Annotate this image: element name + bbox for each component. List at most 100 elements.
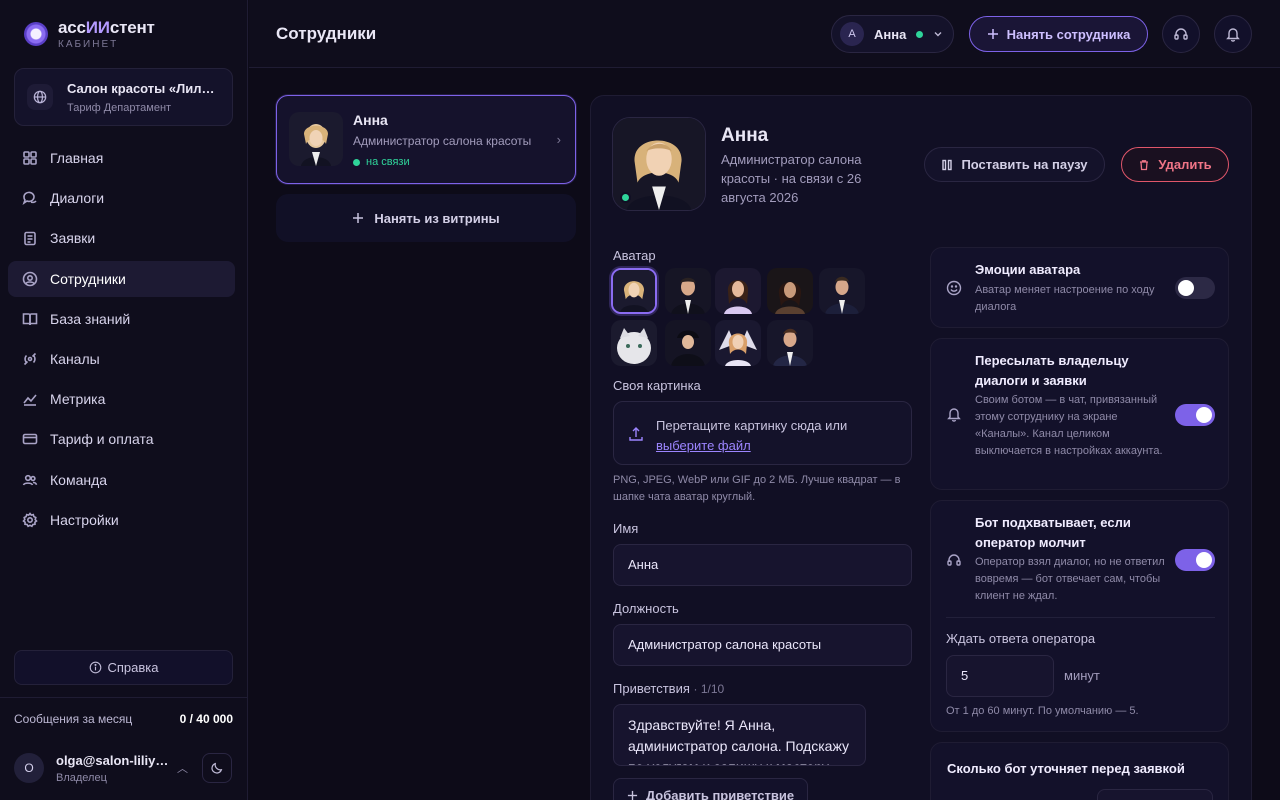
position-label: Должность (613, 601, 679, 616)
help-button[interactable]: Справка (14, 650, 233, 685)
nav-item-billing[interactable]: Тариф и оплата (8, 421, 235, 457)
book-icon (22, 312, 38, 325)
custom-image-label: Своя картинка (613, 378, 701, 393)
emotions-card: Эмоции аватара Аватар меняет настроение … (930, 247, 1229, 328)
online-indicator (353, 158, 360, 166)
takeover-card: Бот подхватывает, если оператор молчит О… (930, 500, 1229, 732)
headset-icon (947, 554, 961, 566)
nav-item-knowledge[interactable]: База знаний (8, 301, 235, 337)
hire-employee-label: Нанять сотрудника (1006, 26, 1131, 42)
avatar-option[interactable] (767, 268, 813, 314)
position-field[interactable]: Администратор салона красоты (613, 624, 912, 666)
emotions-desc: Аватар меняет настроение по ходу диалога (975, 284, 1155, 313)
user-email: olga@salon-liliya.ru (56, 752, 171, 768)
nav-item-employees[interactable]: Сотрудники (8, 260, 235, 297)
profile-name: Анна (721, 125, 769, 146)
sidebar-divider (0, 697, 248, 698)
team-icon (22, 474, 38, 485)
page-title: Сотрудники (276, 24, 377, 43)
delete-button[interactable]: Удалить (1121, 147, 1229, 182)
nav-label: База знаний (50, 310, 131, 327)
avatar-label: Аватар (613, 248, 656, 263)
hire-from-store-label: Нанять из витрины (374, 210, 500, 226)
brand-logo[interactable]: ассИИстент КАБИНЕТ (24, 18, 155, 50)
nav-label: Заявки (50, 230, 96, 247)
user-circle-icon (22, 271, 38, 286)
name-label: Имя (613, 521, 639, 536)
hire-employee-button[interactable]: Нанять сотрудника (969, 16, 1148, 52)
hire-from-store-button[interactable]: Нанять из витрины (276, 194, 576, 242)
employee-role: Администратор салона красоты (353, 134, 532, 148)
user-menu[interactable]: O olga@salon-liliya.ru Владелец ︿ (14, 750, 233, 786)
online-indicator (620, 192, 631, 203)
avatar-option[interactable] (715, 268, 761, 314)
notifications-button[interactable] (1214, 15, 1252, 53)
online-indicator (916, 30, 924, 38)
name-field[interactable]: Анна (613, 544, 912, 586)
avatar-option[interactable] (611, 320, 657, 366)
forward-desc: Своим ботом — в чат, привязанный этому с… (975, 394, 1163, 457)
nav-item-channels[interactable]: Каналы (8, 341, 235, 377)
org-plan: Тариф Департамент (67, 101, 172, 114)
nav-item-settings[interactable]: Настройки (8, 502, 235, 538)
greeting-textarea[interactable]: Здравствуйте! Я Анна, администратор сало… (613, 704, 866, 766)
nav-item-requests[interactable]: Заявки (8, 220, 235, 256)
add-greeting-button[interactable]: Добавить приветствие (613, 778, 808, 800)
avatar-option[interactable] (665, 268, 711, 314)
takeover-toggle[interactable] (1175, 549, 1215, 571)
forward-card: Пересылать владельцу диалоги и заявки Св… (930, 338, 1229, 490)
choose-file-link[interactable]: выберите файл (656, 438, 751, 453)
main-nav: Главная Диалоги Заявки Сотрудники База з… (8, 140, 235, 542)
nav-item-home[interactable]: Главная (8, 140, 235, 176)
pause-label: Поставить на паузу (961, 157, 1088, 172)
headset-icon (1174, 28, 1188, 40)
nav-label: Каналы (50, 350, 100, 367)
bell-icon (947, 408, 961, 422)
moon-icon (211, 762, 223, 774)
gear-icon (22, 511, 38, 528)
clarify-title: Сколько бот уточняет перед заявкой (947, 761, 1185, 776)
support-button[interactable] (1162, 15, 1200, 53)
avatar: А (840, 22, 864, 46)
org-title: Салон красоты «Лилия» (67, 80, 222, 96)
chart-icon (23, 394, 37, 406)
avatar-option[interactable] (611, 268, 657, 314)
messages-counter: Сообщения за месяц 0 / 40 000 (14, 712, 233, 726)
sidebar: ассИИстент КАБИНЕТ Салон красоты «Лилия»… (0, 0, 248, 800)
divider (946, 617, 1215, 618)
image-dropzone[interactable]: Перетащите картинку сюда или выберите фай… (613, 401, 912, 465)
nav-item-metrics[interactable]: Метрика (8, 381, 235, 417)
avatar-option[interactable] (767, 320, 813, 366)
upload-icon (629, 427, 643, 441)
nav-item-team[interactable]: Команда (8, 462, 235, 498)
theme-toggle-button[interactable] (202, 753, 232, 783)
logo-icon (24, 22, 48, 46)
wait-minutes-input[interactable]: 5 (946, 655, 1054, 697)
chevron-up-icon: ︿ (177, 763, 188, 775)
nav-label: Команда (50, 471, 108, 488)
avatar: O (14, 753, 44, 783)
delete-label: Удалить (1158, 157, 1212, 172)
nav-label: Тариф и оплата (50, 431, 154, 448)
emotions-toggle[interactable] (1175, 277, 1215, 299)
forward-toggle[interactable] (1175, 404, 1215, 426)
clarify-select[interactable] (1097, 789, 1213, 800)
employee-name: Анна (353, 112, 388, 128)
status-badge: на связи (353, 156, 410, 168)
greetings-label: Приветствия · 1/10 (613, 681, 725, 696)
nav-label: Метрика (50, 391, 106, 408)
pause-icon (942, 159, 953, 170)
avatar-option[interactable] (819, 268, 865, 314)
avatar-option[interactable] (665, 320, 711, 366)
nav-label: Диалоги (50, 190, 105, 207)
employee-card[interactable]: Анна Администратор салона красоты на свя… (276, 95, 576, 184)
bell-icon (1226, 28, 1240, 42)
employee-selector[interactable]: А Анна (831, 15, 954, 53)
org-switcher[interactable]: Салон красоты «Лилия» Тариф Департамент (14, 68, 233, 126)
takeover-desc: Оператор взял диалог, но не ответил вовр… (975, 556, 1165, 602)
takeover-title: Бот подхватывает, если оператор молчит (975, 515, 1131, 550)
nav-item-dialogs[interactable]: Диалоги (8, 180, 235, 216)
pause-button[interactable]: Поставить на паузу (924, 147, 1105, 182)
avatar-option[interactable] (715, 320, 761, 366)
clipboard-icon (24, 232, 36, 246)
